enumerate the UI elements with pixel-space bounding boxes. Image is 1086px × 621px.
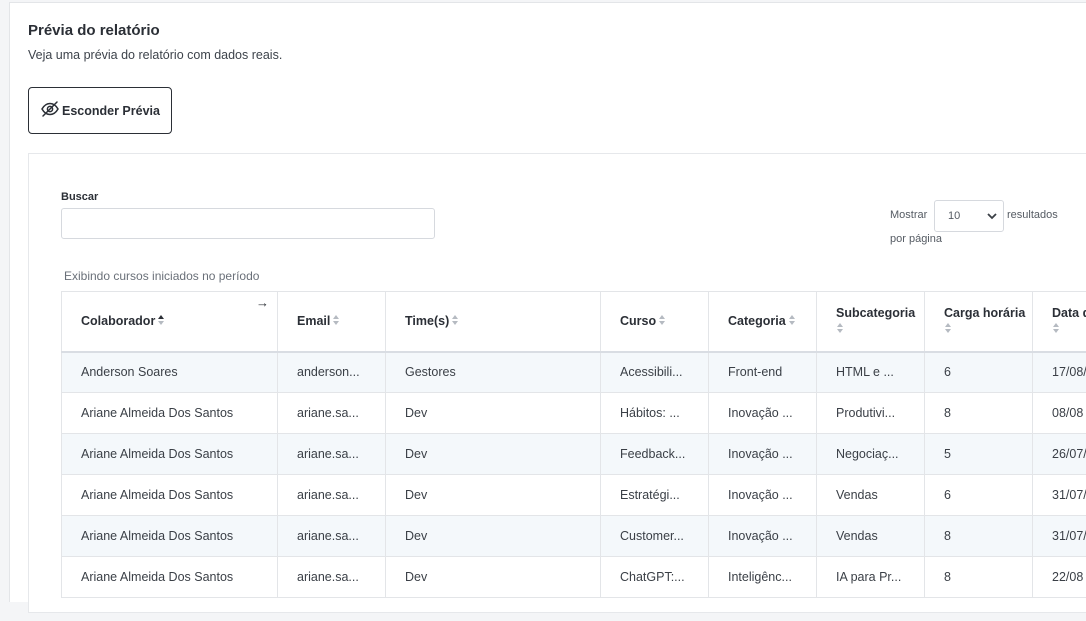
- table-row[interactable]: Ariane Almeida Dos Santos ariane.sa... D…: [62, 475, 1086, 516]
- col-header-label: Email: [297, 314, 330, 328]
- cell-carga-horaria: 8: [925, 557, 1033, 598]
- table-row[interactable]: Ariane Almeida Dos Santos ariane.sa... D…: [62, 393, 1086, 434]
- cell-times: Dev: [386, 557, 601, 598]
- cell-data: 22/08: [1033, 557, 1086, 598]
- sort-icon: [658, 314, 666, 327]
- table-row[interactable]: Ariane Almeida Dos Santos ariane.sa... D…: [62, 434, 1086, 475]
- table-header-row: Colaborador → Email Time(s) Curso: [62, 292, 1086, 352]
- cell-subcategoria: Negociaç...: [817, 434, 925, 475]
- col-header-label: Colaborador: [81, 314, 155, 328]
- cell-carga-horaria: 8: [925, 516, 1033, 557]
- cell-email: ariane.sa...: [278, 557, 386, 598]
- cell-subcategoria: IA para Pr...: [817, 557, 925, 598]
- cell-categoria: Inovação ...: [709, 475, 817, 516]
- cell-colaborador: Ariane Almeida Dos Santos: [62, 516, 278, 557]
- col-header-label: Subcategoria: [836, 306, 915, 320]
- col-header-label: Categoria: [728, 314, 786, 328]
- table-row[interactable]: Anderson Soares anderson... Gestores Ace…: [62, 352, 1086, 393]
- col-header-categoria[interactable]: Categoria: [709, 292, 817, 352]
- cell-times: Gestores: [386, 352, 601, 393]
- cell-data: 17/08/: [1033, 352, 1086, 393]
- cell-times: Dev: [386, 434, 601, 475]
- sort-icon: [944, 322, 952, 335]
- cell-curso: Hábitos: ...: [601, 393, 709, 434]
- cell-colaborador: Ariane Almeida Dos Santos: [62, 475, 278, 516]
- cell-email: ariane.sa...: [278, 434, 386, 475]
- cell-email: ariane.sa...: [278, 516, 386, 557]
- report-table: Colaborador → Email Time(s) Curso: [61, 291, 1086, 598]
- col-header-carga-horaria[interactable]: Carga horária: [925, 292, 1033, 352]
- preview-card: Buscar Mostrar 10 resultados por página …: [28, 153, 1086, 613]
- sort-icon: [332, 314, 340, 327]
- sort-icon: [451, 314, 459, 327]
- cell-subcategoria: HTML e ...: [817, 352, 925, 393]
- cell-data: 31/07/: [1033, 475, 1086, 516]
- table-row[interactable]: Ariane Almeida Dos Santos ariane.sa... D…: [62, 516, 1086, 557]
- col-header-subcategoria[interactable]: Subcategoria: [817, 292, 925, 352]
- cell-email: anderson...: [278, 352, 386, 393]
- cell-curso: ChatGPT:...: [601, 557, 709, 598]
- cell-data: 26/07/: [1033, 434, 1086, 475]
- eye-off-icon: [40, 99, 60, 122]
- search-label: Buscar: [61, 191, 98, 203]
- show-label: Mostrar: [890, 209, 927, 221]
- cell-email: ariane.sa...: [278, 475, 386, 516]
- cell-colaborador: Ariane Almeida Dos Santos: [62, 393, 278, 434]
- arrow-right-icon[interactable]: →: [256, 295, 269, 310]
- cell-times: Dev: [386, 516, 601, 557]
- sort-icon: [1052, 322, 1060, 335]
- col-header-data[interactable]: Data d: [1033, 292, 1086, 352]
- cell-curso: Acessibili...: [601, 352, 709, 393]
- results-label: resultados: [1007, 209, 1058, 221]
- per-page-label: por página: [890, 233, 942, 245]
- cell-categoria: Inovação ...: [709, 516, 817, 557]
- hide-preview-button[interactable]: Esconder Prévia: [28, 87, 172, 134]
- cell-colaborador: Ariane Almeida Dos Santos: [62, 434, 278, 475]
- per-page-select[interactable]: 10: [934, 200, 1004, 232]
- cell-curso: Customer...: [601, 516, 709, 557]
- table-row[interactable]: Ariane Almeida Dos Santos ariane.sa... D…: [62, 557, 1086, 598]
- cell-categoria: Inovação ...: [709, 393, 817, 434]
- cell-subcategoria: Produtivi...: [817, 393, 925, 434]
- table-container: Colaborador → Email Time(s) Curso: [61, 291, 1086, 621]
- cell-subcategoria: Vendas: [817, 516, 925, 557]
- report-preview-panel: Prévia do relatório Veja uma prévia do r…: [9, 2, 1086, 602]
- cell-subcategoria: Vendas: [817, 475, 925, 516]
- search-input[interactable]: [61, 208, 435, 239]
- cell-email: ariane.sa...: [278, 393, 386, 434]
- sort-icon: [788, 314, 796, 327]
- cell-categoria: Inovação ...: [709, 434, 817, 475]
- cell-curso: Feedback...: [601, 434, 709, 475]
- chevron-down-icon: [986, 210, 998, 222]
- cell-carga-horaria: 8: [925, 393, 1033, 434]
- cell-carga-horaria: 6: [925, 475, 1033, 516]
- cell-times: Dev: [386, 393, 601, 434]
- col-header-times[interactable]: Time(s): [386, 292, 601, 352]
- cell-curso: Estratégi...: [601, 475, 709, 516]
- col-header-label: Time(s): [405, 314, 449, 328]
- sort-icon: [836, 322, 844, 335]
- cell-carga-horaria: 5: [925, 434, 1033, 475]
- cell-categoria: Inteligênc...: [709, 557, 817, 598]
- sort-asc-icon: [157, 314, 165, 327]
- col-header-colaborador[interactable]: Colaborador →: [62, 292, 278, 352]
- cell-categoria: Front-end: [709, 352, 817, 393]
- col-header-email[interactable]: Email: [278, 292, 386, 352]
- hide-preview-label: Esconder Prévia: [62, 104, 160, 118]
- col-header-curso[interactable]: Curso: [601, 292, 709, 352]
- page-subtitle: Veja uma prévia do relatório com dados r…: [28, 48, 282, 62]
- cell-carga-horaria: 6: [925, 352, 1033, 393]
- col-header-label: Curso: [620, 314, 656, 328]
- page-title: Prévia do relatório: [28, 22, 160, 39]
- cell-times: Dev: [386, 475, 601, 516]
- col-header-label: Carga horária: [944, 306, 1025, 320]
- period-note: Exibindo cursos iniciados no período: [64, 269, 259, 283]
- cell-colaborador: Anderson Soares: [62, 352, 278, 393]
- per-page-value: 10: [948, 210, 960, 222]
- cell-colaborador: Ariane Almeida Dos Santos: [62, 557, 278, 598]
- cell-data: 31/07/: [1033, 516, 1086, 557]
- cell-data: 08/08: [1033, 393, 1086, 434]
- col-header-label: Data d: [1052, 306, 1086, 320]
